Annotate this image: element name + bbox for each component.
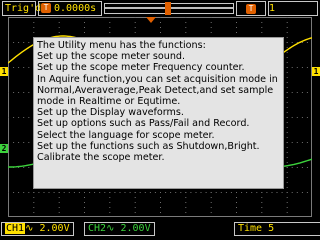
- trigger-state: Trig'd: [2, 1, 41, 16]
- memory-position-bar[interactable]: [104, 2, 234, 15]
- help-line: In Aquire function,you can set acquisiti…: [37, 73, 278, 108]
- trigger-time[interactable]: T 0.0000s: [38, 1, 102, 16]
- trigger-time-value: 0.0000s: [54, 3, 97, 14]
- help-line: The Utility menu has the functions:: [37, 40, 206, 51]
- ch2-coupling-icon: ∿: [106, 223, 115, 234]
- help-line: Set up the functions such as Shutdown,Br…: [37, 140, 260, 152]
- top-status-bar: Trig'd T 0.0000s T 1: [0, 0, 320, 17]
- bottom-status-bar: CH1∿ 2.00V CH2∿ 2.00V Time 5: [0, 218, 320, 240]
- ch2-label: CH2: [88, 223, 107, 234]
- trigger-t-icon: T: [41, 3, 51, 13]
- trigger-t-icon: T: [246, 4, 256, 14]
- help-line: Set up the scope meter sound.: [37, 51, 186, 63]
- scope-screen: Trig'd T 0.0000s T 1 1 2 1 The Utility me…: [0, 0, 320, 240]
- ch1-scale: 2.00V: [39, 223, 70, 234]
- timebase-status[interactable]: Time 5: [234, 222, 320, 236]
- ch2-scale: 2.00V: [120, 223, 151, 234]
- trigger-level-marker: 1: [312, 67, 320, 76]
- ch1-ground-marker[interactable]: 1: [0, 67, 8, 76]
- help-line: Set up options such as Pass/Fail and Rec…: [37, 118, 250, 130]
- ch1-status[interactable]: CH1∿ 2.00V: [1, 222, 74, 236]
- help-line: Set up the scope meter Frequency counter…: [37, 62, 245, 74]
- help-line: Calibrate the scope meter.: [37, 152, 165, 164]
- help-line: Set up the Display waveforms.: [37, 107, 184, 119]
- ch1-label: CH1: [5, 223, 26, 234]
- top-right-status: 1: [268, 1, 318, 16]
- ch2-ground-marker[interactable]: 2: [0, 144, 8, 153]
- utility-help-panel: The Utility menu has the functions: Set …: [33, 37, 284, 189]
- ch2-status[interactable]: CH2∿ 2.00V: [84, 222, 155, 236]
- memory-window-marker: [165, 2, 171, 15]
- triangle-down-icon: [146, 17, 156, 23]
- trigger-level-indicator: T: [236, 1, 266, 16]
- ch1-coupling-icon: ∿: [25, 223, 34, 234]
- help-line: Select the language for scope meter.: [37, 129, 215, 141]
